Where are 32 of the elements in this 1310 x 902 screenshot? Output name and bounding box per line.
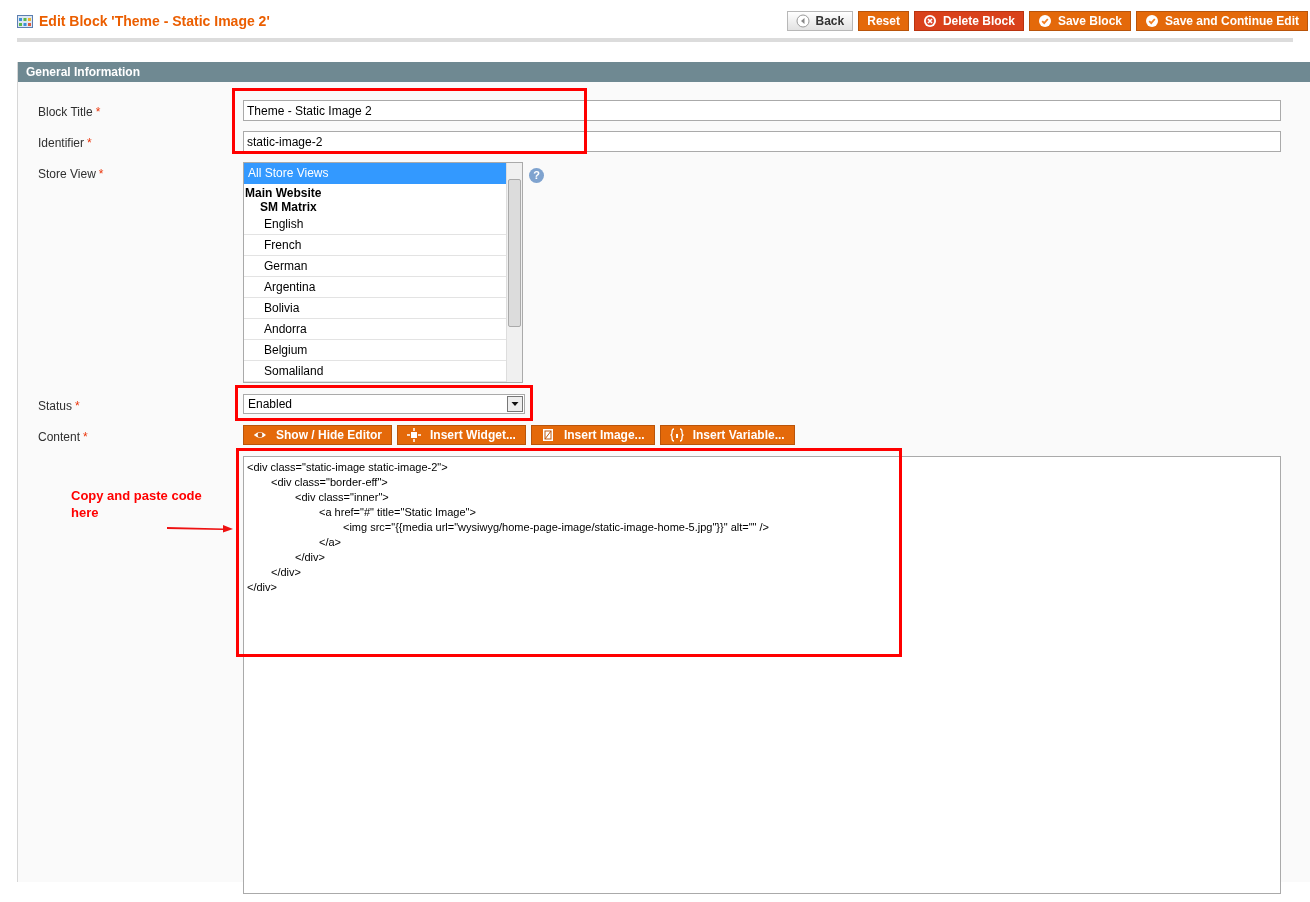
- back-button[interactable]: Back: [786, 11, 854, 31]
- check-icon: [1037, 14, 1052, 28]
- annotation-text: Copy and paste code here: [71, 487, 203, 521]
- title-input[interactable]: Theme - Static Image 2: [243, 100, 1281, 121]
- field-label: Store View: [38, 166, 96, 183]
- required-mark: *: [83, 429, 88, 446]
- store-group-label: Main Website: [244, 185, 323, 200]
- required-mark: *: [87, 135, 92, 152]
- store-group-label: SM Matrix: [259, 200, 318, 214]
- grid-icon: [17, 14, 33, 28]
- required-mark: *: [75, 398, 80, 415]
- field-label: Identifier: [38, 135, 85, 152]
- delete-button[interactable]: Delete Block: [913, 11, 1024, 31]
- identifier-input[interactable]: static-image-2: [243, 131, 1281, 152]
- field-label: Status: [38, 398, 73, 415]
- required-mark: *: [98, 166, 104, 183]
- braces-icon: [669, 428, 684, 442]
- field-label: Content: [38, 429, 81, 446]
- crosshair-icon: [407, 428, 421, 442]
- caret-icon: [507, 396, 523, 412]
- content-textarea[interactable]: <div class="static-image static-image-2"> <div class="border-eff"> <div class="inner"> <a href="#" title="Static Image"> <img src="{{media url="wysiwyg/home-page-image/static-image-home-5.jpg"}}" alt="" /> </a> </div> </div> </div>: [243, 456, 1281, 894]
- check-icon: [1145, 14, 1159, 28]
- page-title: Edit Block 'Theme - Static Image 2': [39, 11, 270, 31]
- section-header: General Information: [18, 62, 1310, 82]
- status-select[interactable]: Enabled: [243, 394, 525, 414]
- close-icon: [922, 14, 937, 28]
- required-mark: *: [95, 104, 101, 121]
- picture-icon: [540, 428, 555, 442]
- arrow-icon: [167, 523, 233, 533]
- scrollbar[interactable]: [506, 163, 522, 382]
- store-view-list[interactable]: All Store Views Main Website SM Matrix English French German Argentina Bolivia Andorra Belgium Somaliland: [243, 162, 523, 383]
- field-label: Block Title: [38, 104, 93, 121]
